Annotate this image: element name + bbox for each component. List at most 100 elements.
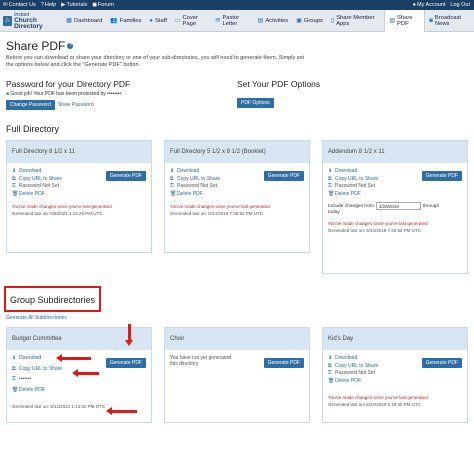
generate-pdf-button[interactable]: Generate PDF [421,171,462,181]
change-password-button[interactable]: Change Password [6,100,55,110]
card-title: Kid's Day [323,328,467,350]
logo[interactable]: ⌂ Instant Church Directory [3,12,62,30]
card-title: Choir [165,328,309,350]
topbar-link-forum[interactable]: ◼ Forum [92,2,113,8]
password-not-set: ⚿ Password Not Set [328,183,376,189]
card-budget-committee: Budget Committee ⬇ Download ⧉ Copy URL to … [6,324,152,423]
generate-pdf-button[interactable]: Generate PDF [263,358,304,368]
trash-icon: 🗑 [328,190,335,197]
group-subdirectories-heading-highlight: Group Subdirectories [4,286,102,312]
nav-share-pdf[interactable]: ▧ Share PDF [384,9,426,32]
password-section: Password for your Directory PDF ■ Good j… [6,79,237,110]
password-status: ■ Good job! Your PDF has been protected … [6,91,122,97]
logo-line2: Church Directory [14,16,43,30]
key-icon: ⚿ [12,183,16,189]
annotation-arrow-generated [106,407,137,415]
generated-timestamp: Generated last on: 6/14/2019 7:46:52 PM … [170,211,264,216]
generated-timestamp: Generated last on: 8/12/2021 1:14:20 PM … [12,404,106,409]
copy-icon: ⧉ [12,175,16,182]
trash-icon: 🗑 [328,377,335,384]
main-content: Share PDF? Before you can download or sh… [0,32,474,427]
password-not-set: ⚿ Password Not Set [328,370,376,376]
church-logo-icon: ⌂ [3,15,13,26]
nav-cover-page[interactable]: ▭ Cover Page [171,10,212,32]
check-icon: ■ [6,91,10,97]
nav-broadcast-news[interactable]: ◙ Broadcast News [425,10,474,32]
play-icon: ▶ [61,2,66,8]
topbar-link-contact[interactable]: ✉ Contact Us [3,2,36,8]
families-icon: 👥 [110,18,118,24]
changes-warning: You've made changes since you've last ge… [12,204,112,209]
password-not-set: ⚿ Password Not Set [12,183,60,189]
generate-pdf-button[interactable]: Generate PDF [105,171,146,181]
envelope-icon: ✉ [3,2,8,8]
top-bar: ✉ Contact Us ? Help ▶ Tutorials ◼ Forum ● My … [0,0,474,10]
generated-timestamp: Generated last on: 6/8/2021 1:14:25 PM U… [12,211,103,216]
card-choir: Choir You have not yet generated this di… [164,327,310,423]
key-icon: ⚿ [328,370,332,376]
cover-page-icon: ▭ [174,18,181,24]
changes-warning: You've made changes since you've last ge… [170,204,270,209]
copy-icon: ⧉ [328,175,332,182]
chat-icon: ◼ [92,2,97,8]
download-icon: ⬇ [170,168,175,174]
groups-icon: ▣ [296,18,302,24]
help-icon[interactable]: ? [67,43,74,49]
generate-pdf-button[interactable]: Generate PDF [263,171,304,181]
annotation-arrow-generate [125,324,133,346]
delete-pdf-link[interactable]: 🗑 Delete PDF [328,191,462,199]
delete-pdf-link[interactable]: 🗑 Delete PDF [12,387,146,395]
changes-from-date-input[interactable]: 4/20/2019 [375,202,421,210]
password-not-set: ⚿ Password Not Set [170,183,218,189]
page-intro: Before you can download or share your di… [6,55,305,68]
pdf-options-section: Set Your PDF Options PDF Options [237,79,468,110]
generated-timestamp: Generated last on: 6/14/2019 7:46:52 PM … [328,228,422,233]
generate-all-subdirectories-link[interactable]: Generate All Subdirectories [6,315,468,321]
annotation-arrow-copy-url [72,369,99,377]
generated-timestamp: Generated last on: 6/10/2020 5:18:35 PM … [328,402,422,407]
letter-icon: ✉ [215,18,221,24]
generate-pdf-button[interactable]: Generate PDF [421,358,462,368]
delete-pdf-link[interactable]: 🗑 Delete PDF [328,378,462,386]
download-icon: ⬇ [12,168,17,174]
password-mask: •••••••• [107,91,122,97]
trash-icon: 🗑 [12,190,19,197]
topbar-link-tutorials[interactable]: ▶ Tutorials [61,2,87,8]
nav-staff[interactable]: ● Staff [145,10,170,32]
show-password-link[interactable]: Show Password [58,102,94,108]
key-icon: ⚿ [170,183,174,189]
help-icon: ? [40,2,44,8]
user-icon: ● [412,2,416,8]
key-icon: ⚿ [12,376,16,382]
card-addendum: Addendum 8 1/2 x 11 ⬇ Download ⧉ Copy URL … [322,140,468,274]
pdf-options-button[interactable]: PDF Options [237,98,274,108]
copy-icon: ⧉ [170,175,174,182]
nav-activities[interactable]: ▤ Activities [254,10,293,32]
group-subdirectories-heading: Group Subdirectories [10,295,96,305]
include-changes-row: Include changes from 4/20/2019 through [328,202,440,210]
card-title: Addendum 8 1/2 x 11 [323,141,467,163]
not-generated-note: You have not yet generated this director… [170,355,231,367]
nav-groups[interactable]: ▣ Groups [292,10,327,32]
delete-pdf-link[interactable]: 🗑 Delete PDF [12,191,146,199]
trash-icon: 🗑 [12,386,19,393]
main-nav: ⌂ Instant Church Directory ▦ Dashboard 👥 F… [0,9,474,32]
generate-pdf-button[interactable]: Generate PDF [105,358,146,368]
broadcast-icon: ◙ [429,17,433,24]
password-heading: Password for your Directory PDF [6,79,131,89]
nav-families[interactable]: 👥 Families [106,10,145,32]
annotation-arrow-download [56,354,91,362]
card-title: Full Directory 5 1/2 x 8 1/2 (Booklet) [165,141,309,163]
nav-dashboard[interactable]: ▦ Dashboard [62,10,106,32]
group-cards: Budget Committee ⬇ Download ⧉ Copy URL to … [6,324,468,423]
key-icon: ⚿ [328,183,332,189]
changes-warning: You've made changes since you've last ge… [328,221,428,226]
topbar-link-logout[interactable]: Log Out [450,2,470,8]
full-directory-heading: Full Directory [6,124,60,134]
topbar-link-help[interactable]: ? Help [41,2,56,8]
topbar-link-my-account[interactable]: ● My Account [413,2,446,8]
delete-pdf-link[interactable]: 🗑 Delete PDF [170,191,304,199]
nav-share-member-apps[interactable]: ▯ Share Member Apps [327,10,384,32]
card-kids-day: Kid's Day ⬇ Download ⧉ Copy URL to Share ⚿… [322,327,468,423]
nav-pastor-letter[interactable]: ✉ Pastor Letter [211,10,253,32]
